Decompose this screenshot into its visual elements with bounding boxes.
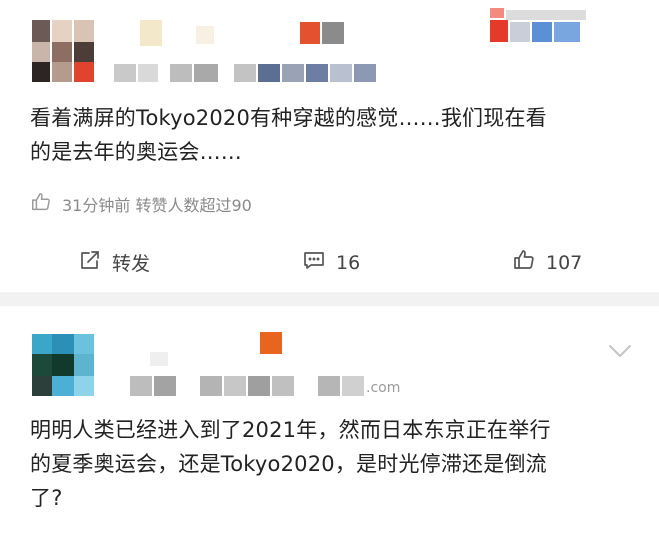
comment-card-2: .com 明明人类已经进入到了2021年，然而日本东京正在举行 的夏季奥运会，还… xyxy=(0,306,659,534)
avatar[interactable] xyxy=(30,18,96,84)
comment-card-1: 看着满屏的Tokyo2020有种穿越的感觉……我们现在看 的是去年的奥运会…… … xyxy=(0,0,659,292)
comment-count: 16 xyxy=(336,251,361,274)
comment-text-line: 的是去年的奥运会…… xyxy=(30,140,242,164)
comment-text-line: 明明人类已经进入到了2021年，然而日本东京正在举行 xyxy=(30,418,551,442)
comment-text-line: 的夏季奥运会，还是Tokyo2020，是时光停滞还是倒流 xyxy=(30,452,547,476)
chevron-down-icon[interactable] xyxy=(607,342,633,360)
comment-text-line: 了? xyxy=(30,486,63,510)
like-count: 107 xyxy=(546,251,583,274)
thumbs-up-outline-icon xyxy=(30,191,52,217)
username-suffix: .com xyxy=(366,380,401,396)
comment-icon xyxy=(302,248,326,277)
meta-text: 31分钟前 转赞人数超过90 xyxy=(62,196,252,215)
repost-button[interactable]: 转发 xyxy=(78,248,150,277)
comment-button[interactable]: 16 xyxy=(302,248,360,277)
repost-icon xyxy=(78,248,102,277)
username-redacted[interactable] xyxy=(110,20,410,84)
comment-body: 明明人类已经进入到了2021年，然而日本东京正在举行 的夏季奥运会，还是Toky… xyxy=(30,413,640,515)
thumbs-up-icon xyxy=(512,248,536,277)
comment-meta: 31分钟前 转赞人数超过90 xyxy=(30,191,252,217)
comment-text-line: 看着满屏的Tokyo2020有种穿越的感觉……我们现在看 xyxy=(30,106,547,130)
like-button[interactable]: 107 xyxy=(512,248,582,277)
repost-label: 转发 xyxy=(112,253,151,275)
username-redacted[interactable]: .com xyxy=(110,330,440,400)
section-divider xyxy=(0,292,659,306)
action-bar: 转发 16 107 xyxy=(0,248,659,284)
comment-body: 看着满屏的Tokyo2020有种穿越的感觉……我们现在看 的是去年的奥运会…… xyxy=(30,101,640,169)
avatar[interactable] xyxy=(30,332,96,398)
badge-redacted xyxy=(486,4,596,48)
